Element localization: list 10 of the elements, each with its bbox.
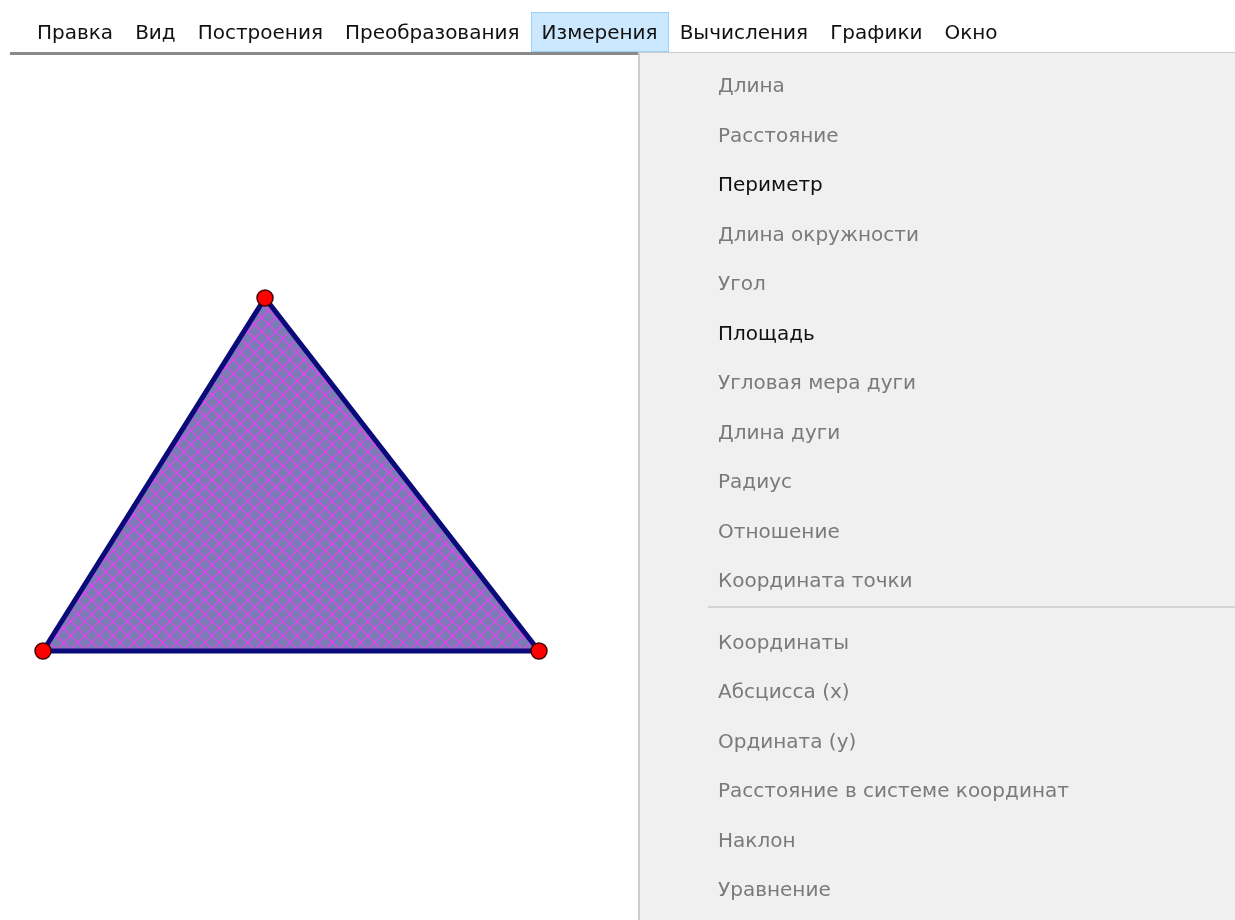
menu-item[interactable]: Окно xyxy=(933,12,1009,52)
menu-item[interactable]: Вид xyxy=(124,12,187,52)
menu-item[interactable]: Построения xyxy=(186,12,334,52)
menu-item[interactable]: Преобразования xyxy=(333,12,531,52)
menu-entry[interactable]: Периметр xyxy=(718,172,823,196)
menu-item[interactable]: Графики xyxy=(819,12,934,52)
menu-item[interactable]: Правка xyxy=(26,12,125,52)
menu-entry[interactable]: Площадь xyxy=(718,320,815,345)
menu-item[interactable]: Вычисления xyxy=(668,12,820,52)
menu-item[interactable]: Измерения xyxy=(530,12,669,52)
